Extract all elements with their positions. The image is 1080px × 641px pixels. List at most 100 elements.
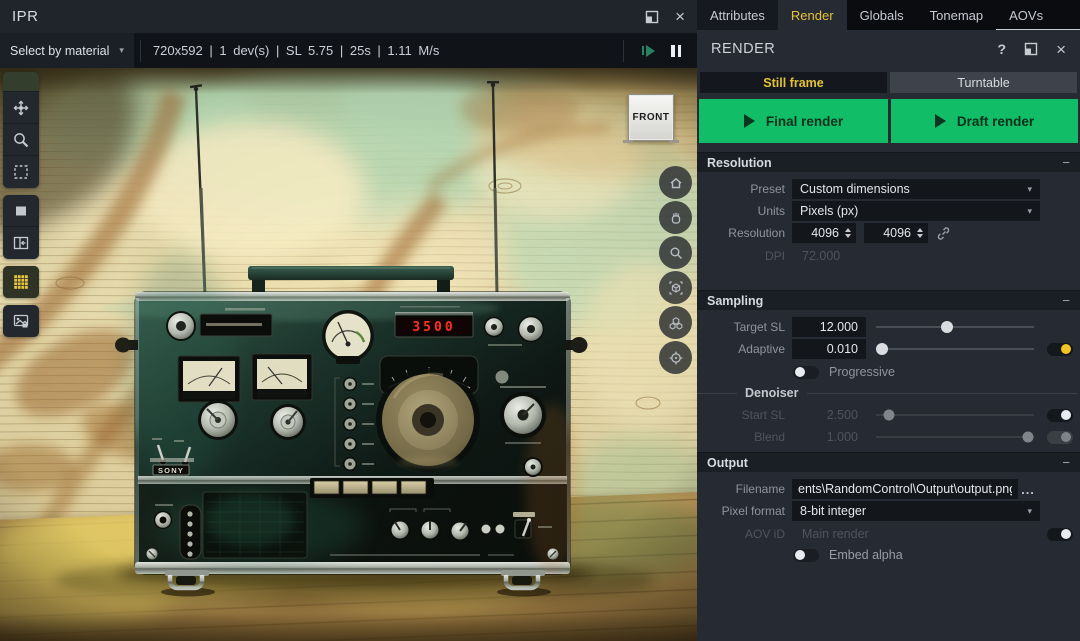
tab-tonemap[interactable]: Tonemap — [917, 0, 996, 30]
view-cube-label: FRONT — [633, 112, 670, 123]
embed-alpha-row: Embed alpha — [697, 545, 1080, 565]
mode-tab-turntable[interactable]: Turntable — [890, 72, 1077, 93]
ipr-title: IPR — [12, 8, 39, 25]
spinner-arrows-icon[interactable] — [917, 228, 923, 238]
maverick-render-app: 3500 — [0, 0, 1080, 641]
collapse-icon[interactable]: − — [1062, 455, 1070, 470]
final-render-button[interactable]: Final render — [699, 99, 888, 143]
pixel-format-select[interactable]: 8-bit integer ▾ — [792, 501, 1040, 521]
zoom-tool-button[interactable] — [3, 124, 39, 156]
filename-input[interactable] — [792, 479, 1018, 499]
resolution-row: Resolution — [697, 223, 1080, 243]
region-select-tool-button[interactable] — [3, 156, 39, 188]
height-spinner[interactable] — [864, 223, 928, 243]
spinner-arrows-icon[interactable] — [845, 228, 851, 238]
select-mode-dropdown[interactable]: Select by material ▾ — [0, 33, 134, 68]
dock-viewport-button[interactable] — [3, 227, 39, 259]
section-sampling-header[interactable]: Sampling − — [697, 290, 1080, 310]
chevron-down-icon: ▾ — [119, 45, 124, 56]
texture-grid-button[interactable] — [3, 266, 39, 298]
focus-picker-button[interactable] — [659, 341, 692, 374]
dock-left-icon — [12, 234, 30, 252]
adaptive-slider[interactable] — [876, 348, 1034, 350]
ipr-viewport: 3500 — [0, 0, 697, 641]
height-input[interactable] — [866, 223, 917, 243]
panel-title: RENDER — [711, 41, 775, 57]
grid-icon — [12, 273, 30, 291]
tab-globals[interactable]: Globals — [847, 0, 917, 30]
select-tool-button[interactable] — [3, 72, 39, 92]
render-panel: Attributes Render Globals Tonemap AOVs R… — [697, 0, 1080, 641]
viewport-nav-buttons — [659, 166, 692, 376]
square-icon — [12, 202, 30, 220]
adaptive-toggle[interactable] — [1047, 343, 1073, 356]
viewport-toolstrip — [3, 72, 39, 344]
width-input[interactable] — [794, 223, 845, 243]
draft-render-button[interactable]: Draft render — [891, 99, 1078, 143]
tab-attributes[interactable]: Attributes — [697, 0, 778, 30]
adaptive-row: Adaptive — [697, 339, 1080, 359]
embed-alpha-toggle[interactable] — [793, 549, 819, 562]
render-stats: 720x592 | 1 dev(s) | SL 5.75 | 25s | 1.1… — [153, 43, 439, 58]
tab-render[interactable]: Render — [778, 0, 847, 30]
collapse-icon[interactable]: − — [1062, 155, 1070, 170]
aov-toggle[interactable] — [1047, 528, 1073, 541]
zoom-view-button[interactable] — [659, 236, 692, 269]
select-mode-label: Select by material — [10, 44, 109, 58]
close-icon[interactable]: × — [1056, 41, 1066, 58]
home-icon — [668, 175, 684, 191]
close-icon[interactable]: × — [675, 8, 685, 25]
pan-view-button[interactable] — [659, 201, 692, 234]
target-sl-slider[interactable] — [876, 326, 1034, 328]
view-cube[interactable]: FRONT — [628, 94, 674, 141]
preset-select[interactable]: Custom dimensions ▾ — [792, 179, 1040, 199]
dock-panel-icon[interactable] — [645, 10, 659, 24]
slider-knob[interactable] — [883, 410, 894, 421]
start-sl-toggle[interactable] — [1047, 409, 1073, 422]
save-image-button[interactable] — [3, 305, 39, 337]
blend-slider[interactable] — [876, 436, 1034, 438]
browse-button[interactable]: ... — [1018, 482, 1038, 497]
section-resolution-header[interactable]: Resolution − — [697, 152, 1080, 172]
start-sl-slider[interactable] — [876, 414, 1034, 416]
slider-knob[interactable] — [941, 321, 953, 333]
blend-toggle[interactable] — [1047, 431, 1073, 444]
pause-render-icon[interactable] — [671, 45, 681, 57]
cubes-icon — [668, 315, 684, 331]
mode-tab-still-frame[interactable]: Still frame — [700, 72, 887, 93]
dpi-row: DPI 72.000 — [697, 246, 1080, 266]
target-icon — [668, 350, 684, 366]
pan-tool-button[interactable] — [3, 92, 39, 124]
magnifier-icon — [668, 245, 684, 261]
section-output-header[interactable]: Output − — [697, 452, 1080, 472]
start-sl-row: Start SL 2.500 — [697, 405, 1080, 425]
resume-render-icon[interactable] — [642, 45, 655, 57]
adaptive-input[interactable] — [792, 339, 866, 359]
home-view-button[interactable] — [659, 166, 692, 199]
collapse-icon[interactable]: − — [1062, 293, 1070, 308]
chevron-down-icon: ▾ — [1027, 206, 1032, 217]
target-sl-row: Target SL — [697, 317, 1080, 337]
dock-panel-icon[interactable] — [1024, 42, 1038, 56]
move-icon — [12, 99, 30, 117]
units-select[interactable]: Pixels (px) ▾ — [792, 201, 1040, 221]
ipr-toolbar: Select by material ▾ 720x592 | 1 dev(s) … — [0, 33, 697, 68]
blend-row: Blend 1.000 — [697, 427, 1080, 447]
slider-knob[interactable] — [1022, 432, 1033, 443]
link-icon[interactable] — [936, 226, 951, 241]
aov-id-row: AOV iD Main render — [697, 524, 1080, 544]
render-region-button[interactable] — [3, 195, 39, 227]
width-spinner[interactable] — [792, 223, 856, 243]
target-sl-input[interactable] — [792, 317, 866, 337]
help-icon[interactable]: ? — [998, 41, 1007, 57]
tab-aovs[interactable]: AOVs — [996, 0, 1056, 30]
progressive-row: Progressive — [697, 362, 1080, 382]
magnifier-icon — [12, 131, 30, 149]
render-image[interactable]: 3500 — [0, 68, 697, 641]
slider-knob[interactable] — [876, 343, 888, 355]
frame-scene-button[interactable] — [659, 306, 692, 339]
ipr-titlebar: IPR × — [0, 0, 697, 33]
progressive-toggle[interactable] — [793, 366, 819, 379]
filename-row: Filename ... — [697, 479, 1080, 499]
frame-object-button[interactable] — [659, 271, 692, 304]
